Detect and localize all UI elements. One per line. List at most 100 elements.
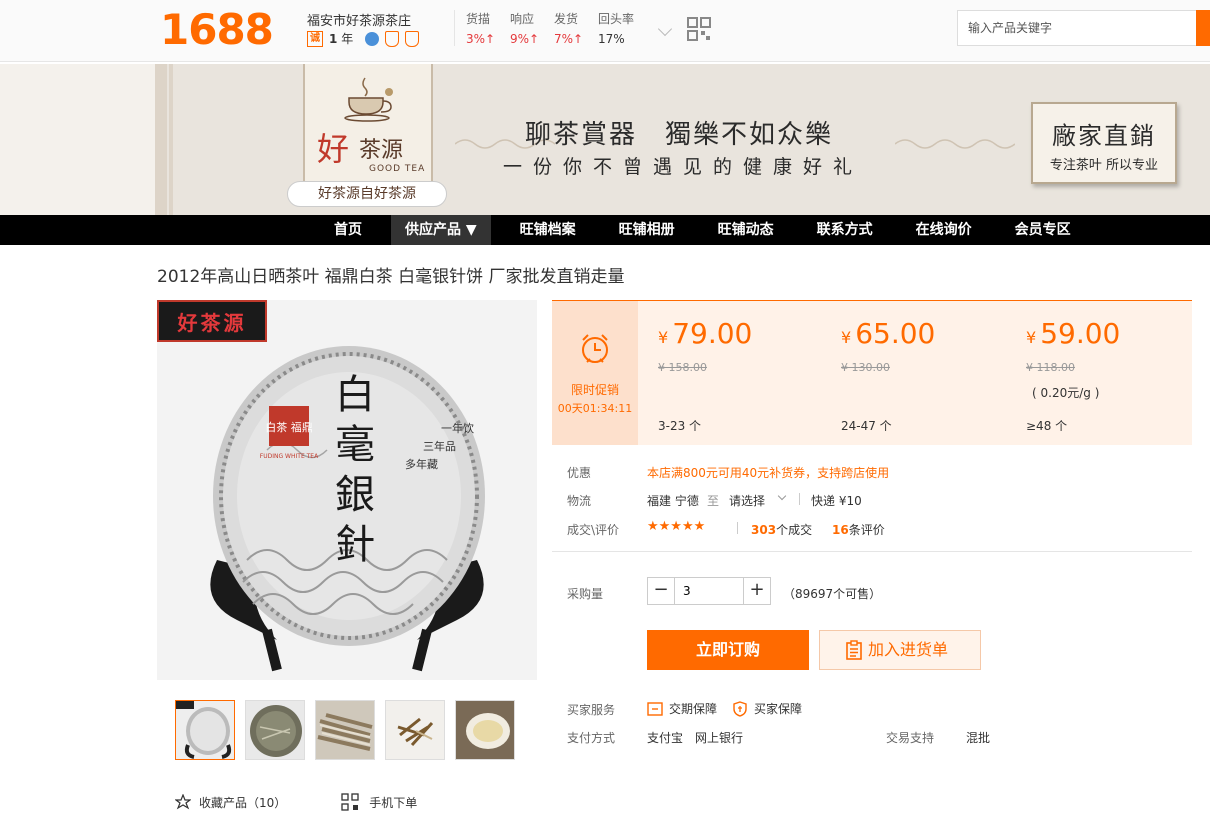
- reviews-count[interactable]: 16条评价: [832, 521, 885, 538]
- slogan-pill: 好茶源自好茶源: [287, 181, 447, 207]
- search-box: [957, 10, 1197, 46]
- product-actions: 收藏产品（10） 手机下单: [175, 793, 417, 811]
- quantity-input[interactable]: [674, 578, 744, 604]
- express-fee: 快递 ¥10: [811, 494, 862, 508]
- qrcode-icon: [341, 793, 359, 811]
- nav-profile[interactable]: 旺铺档案: [506, 215, 590, 245]
- product-main-image[interactable]: 白茶 福鼎 FUDING WHITE TEA 白 毫 銀 針 一年饮 三年品 多…: [157, 300, 537, 680]
- stat-return-rate: 回头率 17%: [598, 12, 635, 46]
- tier-old-price: ¥ 118.00: [1026, 361, 1075, 374]
- logistics-label: 物流: [567, 494, 592, 508]
- site-logo[interactable]: 1688: [160, 6, 274, 54]
- shield-icon[interactable]: [385, 30, 400, 47]
- flash-sale-label: 限时促销: [570, 383, 619, 397]
- thumbnail-5[interactable]: [455, 700, 515, 760]
- tier-qty: ≥48 个: [1026, 419, 1068, 433]
- banner-headline: 聊茶賞器 獨樂不如众樂: [525, 120, 834, 150]
- star-outline-icon: [175, 794, 191, 810]
- thumbnail-3[interactable]: [315, 700, 375, 760]
- thumbnail-strip: [175, 700, 515, 760]
- logo-chayuan-text: 茶源: [359, 138, 404, 163]
- thumbnail-1[interactable]: [175, 700, 235, 760]
- favorite-button[interactable]: 收藏产品（10）: [175, 794, 286, 811]
- stat-shipping: 发货 7%↑: [554, 12, 584, 46]
- discount-label: 优惠: [567, 466, 592, 480]
- deal-review-label: 成交\评价: [567, 523, 620, 537]
- shop-nav: 首页 供应产品 ▼ 旺铺档案 旺铺相册 旺铺动态 联系方式 在线询价 会员专区: [0, 215, 1210, 245]
- nav-album[interactable]: 旺铺相册: [605, 215, 689, 245]
- buy-now-button[interactable]: 立即订购: [647, 630, 809, 670]
- delivery-guarantee[interactable]: 交期保障: [647, 700, 717, 717]
- trade-support-label: 交易支持: [886, 731, 935, 745]
- logo-hao-text: 好: [317, 130, 350, 168]
- tier-price: 65.00: [855, 317, 936, 350]
- thumbnail-4[interactable]: [385, 700, 445, 760]
- section-divider: [552, 551, 1192, 552]
- discount-text[interactable]: 本店满800元可用40元补货券，支持跨店使用: [647, 464, 889, 481]
- wave-decoration-icon: [895, 139, 1015, 149]
- increase-button[interactable]: +: [744, 578, 770, 604]
- favorite-label: 收藏产品（10）: [199, 795, 287, 810]
- logo-en-text: GOOD TEA: [369, 164, 426, 174]
- cheng-badge-icon[interactable]: 诚: [307, 30, 323, 47]
- cake-logo-en: FUDING WHITE TEA: [260, 453, 319, 460]
- certificate-icon[interactable]: [405, 30, 420, 47]
- tier-qty: 24-47 个: [841, 419, 892, 433]
- banner-subline: 一份你不曾遇见的健康好礼: [503, 156, 864, 178]
- globe-icon[interactable]: [365, 31, 380, 46]
- delivery-guarantee-icon: [647, 701, 663, 716]
- chevron-down-icon[interactable]: [657, 21, 673, 37]
- stat-response: 响应 9%↑: [510, 12, 540, 46]
- search-input[interactable]: [958, 11, 1188, 45]
- divider: [799, 493, 800, 505]
- tier-unit-price: ( 0.20元/g ): [1032, 386, 1100, 400]
- top-bar: 1688 福安市好茶源茶庄 诚 1 年 货描 3%↑ 响应 9%↑ 发货 7%↑…: [0, 0, 1210, 62]
- shop-banner: 好 茶源 GOOD TEA 好茶源自好茶源 聊茶賞器 獨樂不如众樂 一份你不曾遇…: [155, 64, 1210, 216]
- brand-tag: 好茶源: [157, 300, 267, 342]
- shop-name[interactable]: 福安市好茶源茶庄: [307, 10, 411, 29]
- thumbnail-2[interactable]: [245, 700, 305, 760]
- price-tier-2: ¥65.00 ¥ 130.00 24-47 个: [841, 317, 936, 433]
- teacup-icon: [344, 77, 393, 122]
- mobile-order-button[interactable]: 手机下单: [341, 793, 417, 811]
- decrease-button[interactable]: −: [648, 578, 674, 604]
- factory-direct-stamp: 廠家直銷 专注茶叶 所以专业: [1031, 102, 1177, 184]
- tier-old-price: ¥ 158.00: [658, 361, 707, 374]
- tier-price: 79.00: [672, 317, 753, 350]
- buyer-guarantee[interactable]: 买家保障: [732, 700, 802, 717]
- shop-logo-card[interactable]: 好 茶源 GOOD TEA: [303, 64, 433, 192]
- search-button[interactable]: [1196, 10, 1210, 46]
- tier-qty: 3-23 个: [658, 419, 702, 433]
- price-tier-3: ¥59.00 ¥ 118.00 ( 0.20元/g ) ≥48 个: [1026, 317, 1121, 433]
- flash-sale-box: 限时促销 00天01:34:11: [552, 301, 638, 445]
- trade-support-value: 混批: [966, 731, 991, 745]
- nav-products[interactable]: 供应产品 ▼: [391, 215, 491, 245]
- nav-news[interactable]: 旺铺动态: [704, 215, 788, 245]
- banner-stripe: [169, 64, 173, 216]
- nav-inquiry[interactable]: 在线询价: [902, 215, 986, 245]
- buyer-service-label: 买家服务: [567, 703, 616, 717]
- nav-contact[interactable]: 联系方式: [803, 215, 887, 245]
- add-to-cart-button[interactable]: 加入进货单: [819, 630, 981, 670]
- tier-old-price: ¥ 130.00: [841, 361, 890, 374]
- nav-home[interactable]: 首页: [320, 215, 376, 245]
- alarm-clock-icon: [582, 334, 608, 363]
- divider: [737, 522, 738, 534]
- tea-cake-illustration: 白茶 福鼎 FUDING WHITE TEA 白 毫 銀 針 一年饮 三年品 多…: [157, 300, 537, 680]
- years-badge: 1 年: [329, 32, 354, 46]
- nav-members[interactable]: 会员专区: [1001, 215, 1085, 245]
- cake-logo: 白茶 福鼎: [265, 420, 313, 434]
- stat-description: 货描 3%↑: [466, 12, 496, 46]
- qrcode-icon[interactable]: [687, 17, 711, 41]
- destination-select[interactable]: 请选择: [729, 492, 765, 509]
- payment-label: 支付方式: [567, 731, 616, 745]
- payment-methods: 支付宝 网上银行: [647, 731, 744, 745]
- chevron-down-icon[interactable]: [777, 491, 787, 501]
- shop-stats[interactable]: 货描 3%↑ 响应 9%↑ 发货 7%↑ 回头率 17%: [454, 10, 647, 46]
- price-panel: 限时促销 00天01:34:11 ¥79.00 ¥ 158.00 3-23 个 …: [552, 300, 1192, 445]
- deals-count[interactable]: 303个成交: [751, 521, 812, 538]
- price-tier-1: ¥79.00 ¥ 158.00 3-23 个: [658, 317, 753, 433]
- stock-available: （89697个可售）: [783, 587, 882, 601]
- shield-icon: [733, 700, 747, 717]
- logistics-to: 至: [707, 494, 720, 508]
